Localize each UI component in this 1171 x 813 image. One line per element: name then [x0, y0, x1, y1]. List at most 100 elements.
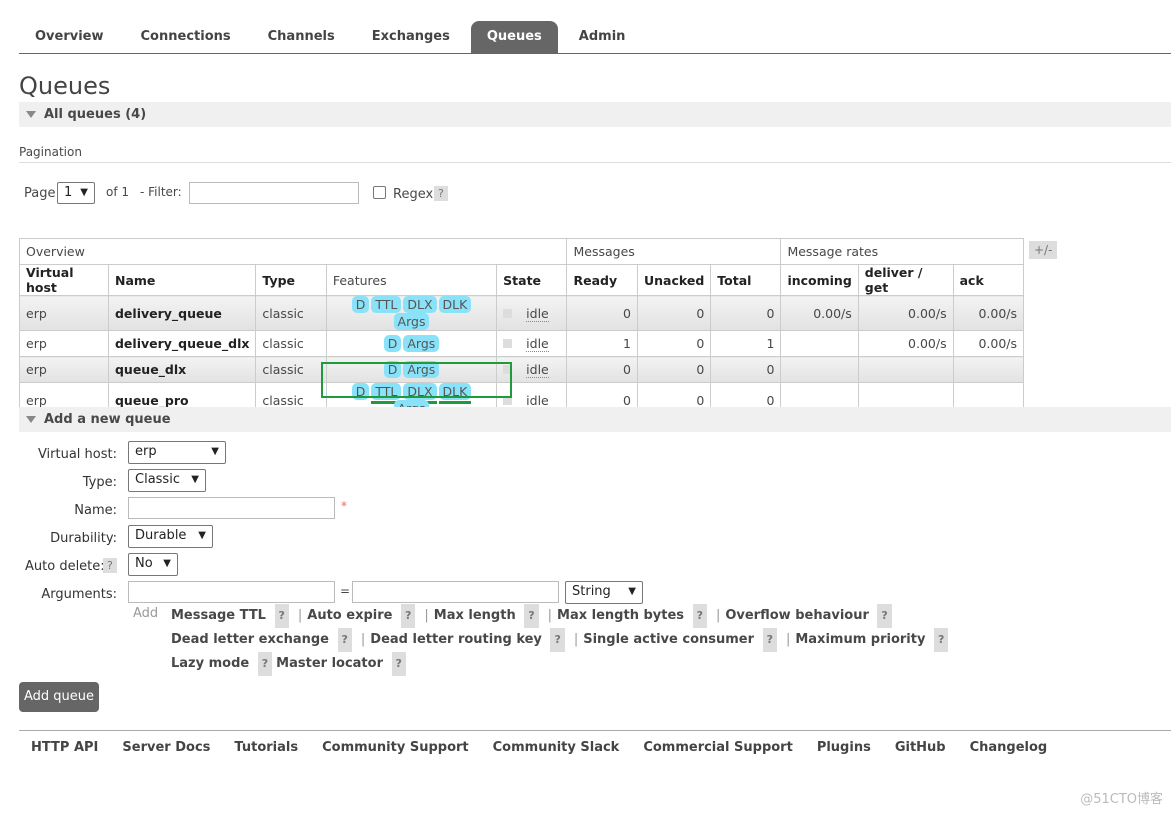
- argument-shortcut-link[interactable]: Dead letter routing key: [370, 632, 542, 647]
- help-button[interactable]: ?: [550, 628, 565, 652]
- vhost-value: erp: [135, 444, 157, 459]
- tab-channels[interactable]: Channels: [252, 21, 351, 53]
- help-button[interactable]: ?: [434, 186, 448, 201]
- help-button[interactable]: ?: [257, 652, 273, 676]
- feature-badge[interactable]: Args: [393, 313, 430, 330]
- collapse-icon: [26, 111, 36, 118]
- column-header[interactable]: ack: [952, 264, 1025, 296]
- tab-admin[interactable]: Admin: [563, 21, 642, 53]
- state-text: idle: [526, 362, 549, 378]
- tab-overview[interactable]: Overview: [19, 21, 120, 53]
- argument-type-select[interactable]: String ▼: [565, 581, 643, 604]
- column-header[interactable]: Total: [710, 264, 782, 296]
- argument-shortcut-link[interactable]: Max length: [434, 608, 516, 623]
- separator: |: [573, 632, 579, 647]
- state-cell: idle: [496, 330, 568, 357]
- feature-badge[interactable]: TTL: [371, 296, 402, 313]
- regex-label: Regex: [393, 187, 434, 202]
- footer-link[interactable]: Server Docs: [122, 740, 210, 755]
- tab-connections[interactable]: Connections: [125, 21, 247, 53]
- tab-exchanges[interactable]: Exchanges: [356, 21, 466, 53]
- argument-shortcut-link[interactable]: Message TTL: [171, 608, 266, 623]
- argument-shortcut-link[interactable]: Auto expire: [307, 608, 392, 623]
- argument-shortcut-link[interactable]: Overflow behaviour: [725, 608, 869, 623]
- argument-shortcut-line: Message TTL ? | Auto expire ? | Max length ?…: [171, 604, 952, 628]
- ack-cell: 0.00/s: [952, 295, 1025, 331]
- nav-tabs: Overview Connections Channels Exchanges Queu…: [19, 21, 1171, 54]
- chevron-down-icon: ▼: [191, 474, 199, 485]
- column-header[interactable]: Features: [325, 264, 498, 296]
- help-button[interactable]: ?: [337, 628, 352, 652]
- feature-badge[interactable]: DLX: [403, 296, 437, 313]
- help-button[interactable]: ?: [274, 604, 289, 628]
- column-header[interactable]: Name: [107, 264, 257, 296]
- separator: |: [297, 608, 303, 623]
- incoming-cell: [780, 330, 859, 357]
- help-button[interactable]: ?: [933, 628, 949, 652]
- column-header[interactable]: Virtual host: [19, 264, 109, 296]
- footer-link[interactable]: Plugins: [817, 740, 871, 755]
- argument-shortcut-link[interactable]: Dead letter exchange: [171, 632, 329, 647]
- help-button[interactable]: ?: [103, 558, 117, 573]
- add-queue-button[interactable]: Add queue: [19, 682, 99, 712]
- footer-link[interactable]: HTTP API: [31, 740, 98, 755]
- deliver-cell: [857, 356, 954, 383]
- ack-cell: [952, 356, 1025, 383]
- unacked-cell: 0: [636, 330, 712, 357]
- watermark: @51CTO博客: [1080, 792, 1163, 807]
- help-button[interactable]: ?: [877, 604, 892, 628]
- all-queues-toggle[interactable]: All queues (4): [19, 102, 1171, 127]
- footer-link[interactable]: Tutorials: [234, 740, 298, 755]
- argument-key-input[interactable]: [128, 581, 335, 603]
- column-header[interactable]: Type: [255, 264, 327, 296]
- help-button[interactable]: ?: [692, 604, 707, 628]
- equals-sign: =: [340, 584, 351, 598]
- name-input[interactable]: [128, 497, 335, 519]
- columns-toggle-button[interactable]: +/-: [1029, 241, 1058, 259]
- footer-link[interactable]: Commercial Support: [643, 740, 793, 755]
- add-queue-toggle[interactable]: Add a new queue: [19, 407, 1171, 432]
- queue-name-link[interactable]: delivery_queue_dlx: [107, 330, 257, 357]
- type-select[interactable]: Classic ▼: [128, 469, 206, 492]
- column-header[interactable]: State: [496, 264, 568, 296]
- column-header[interactable]: incoming: [780, 264, 859, 296]
- argument-shortcut-link[interactable]: Single active consumer: [583, 632, 754, 647]
- total-cell: 0: [710, 295, 782, 331]
- page-select[interactable]: 1 ▼: [57, 182, 95, 204]
- help-button[interactable]: ?: [524, 604, 539, 628]
- section-title: All queues (4): [44, 107, 147, 122]
- queue-name-link[interactable]: delivery_queue: [107, 295, 257, 331]
- type-label: Type:: [82, 475, 117, 490]
- column-header[interactable]: Unacked: [636, 264, 712, 296]
- chevron-down-icon: ▼: [628, 586, 636, 597]
- regex-checkbox[interactable]: [373, 186, 386, 199]
- column-header[interactable]: Ready: [566, 264, 638, 296]
- page-label: Page: [24, 186, 56, 201]
- group-rates: Message rates: [780, 238, 1024, 265]
- footer-link[interactable]: Community Slack: [493, 740, 620, 755]
- filter-input[interactable]: [189, 182, 359, 204]
- state-indicator-icon: [503, 339, 513, 348]
- footer-link[interactable]: Changelog: [970, 740, 1048, 755]
- argument-shortcut-link[interactable]: Lazy mode: [171, 656, 249, 671]
- autodelete-select[interactable]: No ▼: [128, 553, 178, 576]
- tab-queues[interactable]: Queues: [470, 21, 558, 53]
- feature-badge[interactable]: DLK: [438, 296, 472, 313]
- argument-shortcut-link[interactable]: Maximum priority: [795, 632, 925, 647]
- argument-value-input[interactable]: [352, 581, 559, 603]
- column-header[interactable]: deliver / get: [857, 264, 954, 296]
- durability-select[interactable]: Durable ▼: [128, 525, 213, 548]
- vhost-select[interactable]: erp ▼: [128, 441, 226, 464]
- feature-badge[interactable]: D: [383, 335, 402, 352]
- help-button[interactable]: ?: [391, 652, 406, 676]
- help-button[interactable]: ?: [401, 604, 416, 628]
- feature-badge[interactable]: Args: [403, 335, 440, 352]
- footer-link[interactable]: Community Support: [322, 740, 469, 755]
- feature-badge[interactable]: D: [351, 296, 370, 313]
- argument-shortcut-link[interactable]: Master locator: [276, 656, 383, 671]
- help-button[interactable]: ?: [762, 628, 777, 652]
- footer-link[interactable]: GitHub: [895, 740, 946, 755]
- queue-name-link[interactable]: queue_dlx: [107, 356, 257, 383]
- argument-shortcut-link[interactable]: Max length bytes: [557, 608, 684, 623]
- incoming-cell: [780, 356, 859, 383]
